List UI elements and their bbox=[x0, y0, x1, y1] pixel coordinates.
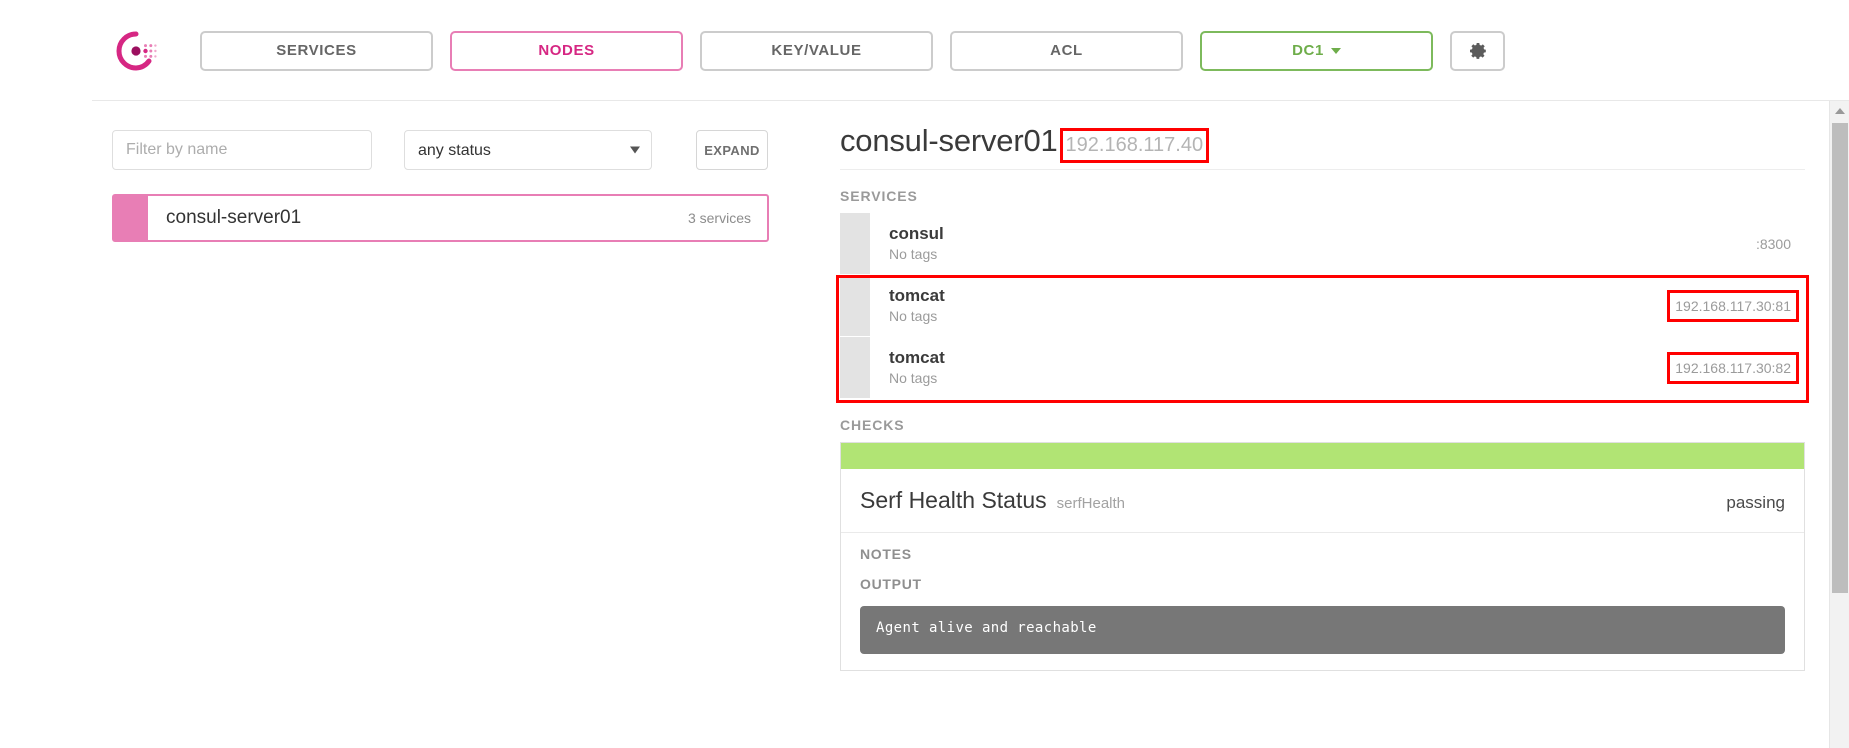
scrollbar-thumb[interactable] bbox=[1832, 123, 1848, 593]
service-row-strip bbox=[840, 275, 870, 336]
service-address: 192.168.117.30:81 bbox=[1667, 289, 1799, 322]
filter-toolbar: any status EXPAND bbox=[0, 101, 808, 170]
check-output-value: Agent alive and reachable bbox=[860, 606, 1785, 654]
node-list: consul-server01 3 services bbox=[0, 194, 808, 242]
service-row-strip bbox=[840, 213, 870, 274]
node-selected-accent bbox=[114, 196, 148, 240]
service-row-consul[interactable]: consul No tags :8300 bbox=[840, 213, 1805, 274]
gear-icon bbox=[1469, 42, 1486, 59]
check-status-text: passing bbox=[1726, 493, 1785, 512]
service-row-tomcat-82[interactable]: tomcat No tags 192.168.117.30:82 bbox=[840, 337, 1805, 398]
check-body: NOTES OUTPUT Agent alive and reachable bbox=[841, 533, 1804, 670]
scroll-up-button[interactable] bbox=[1830, 101, 1849, 121]
nav-tab-acl-label: ACL bbox=[1050, 42, 1083, 59]
service-tags: No tags bbox=[889, 307, 938, 324]
expand-button[interactable]: EXPAND bbox=[696, 130, 768, 170]
main-content: any status EXPAND consul-server01 3 serv… bbox=[0, 101, 1849, 748]
services-list: consul No tags :8300 tomcat No tags 192.… bbox=[836, 213, 1809, 403]
check-card-serf-health: Serf Health Status serfHealth passing NO… bbox=[840, 442, 1805, 671]
checks-section-label: CHECKS bbox=[840, 417, 905, 433]
datacenter-selector[interactable]: DC1 bbox=[1200, 30, 1433, 71]
check-id: serfHealth bbox=[1056, 495, 1126, 512]
page-title: consul-server01 bbox=[840, 123, 1058, 158]
expand-button-label: EXPAND bbox=[704, 142, 760, 158]
service-name: tomcat bbox=[889, 347, 945, 367]
detail-scrollbar[interactable] bbox=[1829, 101, 1849, 748]
services-section-label: SERVICES bbox=[840, 188, 918, 204]
service-address: :8300 bbox=[1755, 235, 1791, 252]
check-header: Serf Health Status serfHealth passing bbox=[841, 469, 1804, 533]
triangle-up-icon bbox=[1835, 108, 1845, 114]
service-tags: No tags bbox=[889, 245, 938, 262]
node-list-panel: any status EXPAND consul-server01 3 serv… bbox=[0, 101, 808, 748]
settings-button[interactable] bbox=[1450, 30, 1505, 71]
nav-button-group: SERVICES NODES KEY/VALUE ACL DC1 bbox=[200, 30, 1505, 71]
consul-logo-icon bbox=[116, 31, 157, 71]
service-address: 192.168.117.30:82 bbox=[1667, 351, 1799, 384]
nav-tab-keyvalue-label: KEY/VALUE bbox=[771, 42, 862, 59]
check-output-label: OUTPUT bbox=[860, 576, 922, 592]
check-notes-label: NOTES bbox=[860, 546, 912, 562]
service-name: consul bbox=[889, 223, 944, 243]
status-filter-select[interactable]: any status bbox=[404, 130, 652, 170]
nav-tab-services-label: SERVICES bbox=[276, 42, 357, 59]
node-detail-scroll-area: consul-server01 192.168.117.40 SERVICES … bbox=[808, 101, 1821, 748]
service-name: tomcat bbox=[889, 285, 945, 305]
caret-down-icon bbox=[1330, 47, 1341, 54]
node-ip-address: 192.168.117.40 bbox=[1059, 128, 1210, 163]
nav-tab-acl[interactable]: ACL bbox=[950, 30, 1183, 71]
nav-tab-keyvalue[interactable]: KEY/VALUE bbox=[700, 30, 933, 71]
service-tags: No tags bbox=[889, 369, 938, 386]
service-row-tomcat-81[interactable]: tomcat No tags 192.168.117.30:81 bbox=[840, 275, 1805, 336]
check-title: Serf Health Status bbox=[860, 487, 1047, 513]
node-service-count: 3 services bbox=[687, 210, 751, 226]
node-list-item-consul-server01[interactable]: consul-server01 3 services bbox=[112, 194, 769, 242]
top-navbar: SERVICES NODES KEY/VALUE ACL DC1 bbox=[0, 0, 1849, 101]
nav-tab-nodes-label: NODES bbox=[538, 42, 595, 59]
nav-tab-nodes[interactable]: NODES bbox=[450, 30, 683, 71]
filter-by-name-input[interactable] bbox=[112, 130, 372, 170]
nav-tab-services[interactable]: SERVICES bbox=[200, 30, 433, 71]
consul-logo[interactable] bbox=[116, 29, 188, 73]
node-name: consul-server01 bbox=[166, 207, 302, 228]
status-filter-wrapper: any status bbox=[404, 130, 652, 170]
datacenter-label: DC1 bbox=[1292, 42, 1324, 59]
node-detail-panel: consul-server01 192.168.117.40 SERVICES … bbox=[808, 101, 1849, 748]
check-status-bar bbox=[841, 443, 1804, 469]
service-row-strip bbox=[840, 337, 870, 398]
detail-header: consul-server01 192.168.117.40 bbox=[840, 101, 1805, 163]
